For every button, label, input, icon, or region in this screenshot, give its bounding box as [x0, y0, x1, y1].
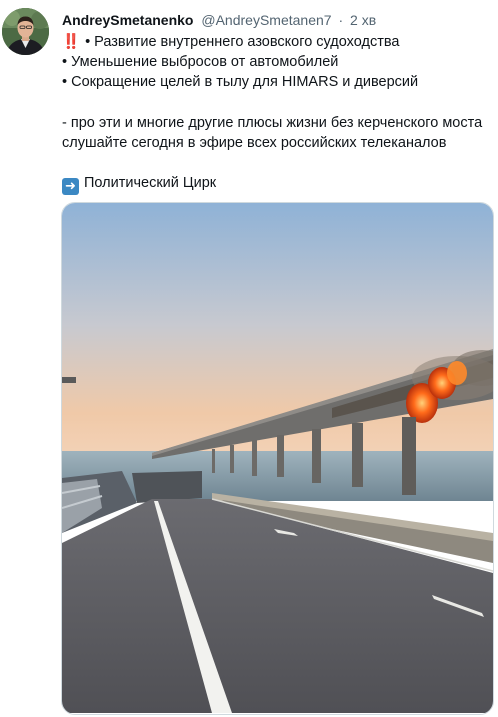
tweet-line-text: - про эти и многие другие плюсы жизни бе…: [62, 114, 483, 131]
author-handle[interactable]: @AndreySmetanen7: [201, 12, 331, 28]
right-arrow-icon: ➜: [62, 178, 79, 196]
tweet-line: - про эти и многие другие плюсы жизни бе…: [62, 113, 498, 133]
avatar-image: [2, 8, 49, 55]
avatar[interactable]: [2, 8, 49, 55]
tweet-line-text: • Сокращение целей в тылу для HIMARS и д…: [62, 74, 419, 91]
tweet-line-text: слушайте сегодня в эфире всех российских…: [62, 134, 447, 151]
tweet-line-text: • Развитие внутреннего азовского судоход…: [85, 34, 400, 50]
tweet-line: ‼️ • Развитие внутреннего азовского судох…: [62, 32, 498, 52]
tweet[interactable]: AndreySmetanenko @AndreySmetanen7 · 2 хв…: [0, 0, 498, 717]
bridge-fire-image: [62, 203, 493, 713]
double-exclamation-icon: ‼️: [62, 34, 80, 50]
tweet-header: AndreySmetanenko @AndreySmetanen7 · 2 хв: [62, 10, 376, 30]
tweet-line-text: • Уменьшение выбросов от автомобилей: [62, 54, 339, 71]
tweet-line: ➜ Политический Цирк: [62, 173, 498, 196]
tweet-line-text[interactable]: Политический Цирк: [84, 175, 216, 191]
tweet-text: ‼️ • Развитие внутреннего азовского судох…: [62, 32, 498, 196]
header-separator: ·: [338, 12, 344, 28]
tweet-line: • Сокращение целей в тылу для HIMARS и д…: [62, 72, 498, 92]
tweet-timestamp[interactable]: 2 хв: [350, 12, 376, 28]
tweet-line: • Уменьшение выбросов от автомобилей: [62, 52, 498, 72]
author-display-name[interactable]: AndreySmetanenko: [62, 12, 193, 28]
tweet-media[interactable]: [61, 202, 494, 715]
tweet-line: слушайте сегодня в эфире всех российских…: [62, 133, 498, 153]
